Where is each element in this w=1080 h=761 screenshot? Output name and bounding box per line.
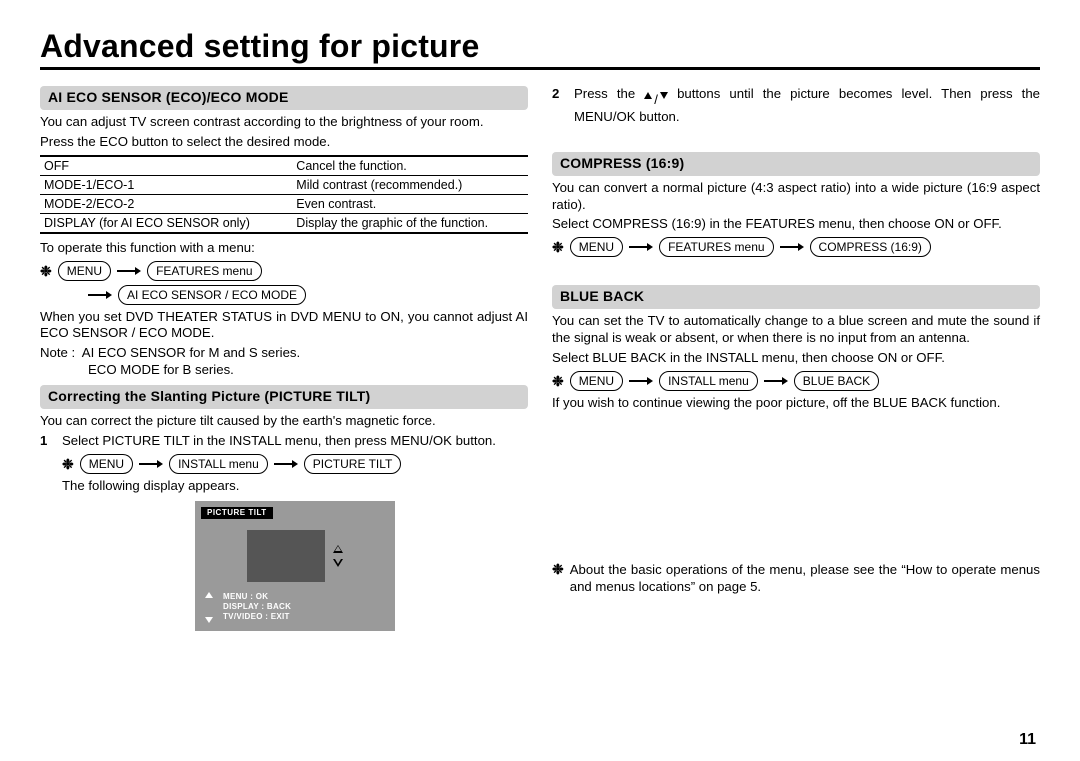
step-1: 1 Select PICTURE TILT in the INSTALL men… (40, 433, 528, 635)
step-1-follow: The following display appears. (62, 478, 528, 495)
step-number: 1 (40, 433, 54, 635)
picture-tilt-desc: You can correct the picture tilt caused … (40, 413, 528, 430)
ai-eco-desc-1: You can adjust TV screen contrast accord… (40, 114, 528, 131)
nav-chip-features: FEATURES menu (659, 237, 773, 257)
osd-help-text: MENU : OK DISPLAY : BACK TV/VIDEO : EXIT (223, 592, 291, 623)
compress-desc-1: You can convert a normal picture (4:3 as… (552, 180, 1040, 214)
table-row: MODE-1/ECO-1Mild contrast (recommended.) (40, 175, 528, 194)
asterisk-icon: ❉ (552, 240, 564, 254)
compress-desc-2: Select COMPRESS (16:9) in the FEATURES m… (552, 216, 1040, 233)
nav-chip-install: INSTALL menu (659, 371, 758, 391)
footnote-text: About the basic operations of the menu, … (570, 562, 1040, 596)
arrow-right-icon (780, 242, 804, 252)
blue-back-desc-3: If you wish to continue viewing the poor… (552, 395, 1040, 412)
nav-chip-features: FEATURES menu (147, 261, 261, 281)
blue-back-desc-2: Select BLUE BACK in the INSTALL menu, th… (552, 350, 1040, 367)
table-row: OFFCancel the function. (40, 156, 528, 176)
step-number: 2 (552, 86, 566, 126)
osd-title: PICTURE TILT (201, 507, 273, 519)
right-column: 2 Press the / buttons until the picture … (552, 80, 1040, 638)
triangle-down-icon (333, 559, 343, 567)
nav-chip-compress: COMPRESS (16:9) (810, 237, 931, 257)
asterisk-icon: ❉ (62, 457, 74, 471)
asterisk-icon: ❉ (552, 374, 564, 388)
nav-picture-tilt: ❉ MENU INSTALL menu PICTURE TILT (62, 454, 528, 474)
asterisk-icon: ❉ (40, 264, 52, 278)
table-row: MODE-2/ECO-2Even contrast. (40, 194, 528, 213)
title-divider (40, 67, 1040, 70)
heading-picture-tilt: Correcting the Slanting Picture (PICTURE… (40, 385, 528, 409)
arrow-right-icon (88, 290, 112, 300)
nav-chip-menu: MENU (58, 261, 111, 281)
heading-blue-back: BLUE BACK (552, 285, 1040, 309)
arrow-right-icon (629, 376, 653, 386)
nav-chip-picture-tilt: PICTURE TILT (304, 454, 402, 474)
nav-chip-blue-back: BLUE BACK (794, 371, 879, 391)
nav-ai-eco: ❉ MENU FEATURES menu (40, 261, 528, 281)
ai-eco-menu-intro: To operate this function with a menu: (40, 240, 528, 257)
arrow-right-icon (117, 266, 141, 276)
up-down-buttons-icon: / (644, 92, 668, 109)
heading-ai-eco: AI ECO SENSOR (ECO)/ECO MODE (40, 86, 528, 110)
arrow-right-icon (764, 376, 788, 386)
arrow-right-icon (139, 459, 163, 469)
nav-chip-menu: MENU (570, 237, 623, 257)
arrow-right-icon (274, 459, 298, 469)
osd-picture-tilt: PICTURE TILT (195, 501, 395, 631)
nav-chip-install: INSTALL menu (169, 454, 268, 474)
nav-ai-eco-2: AI ECO SENSOR / ECO MODE (88, 285, 528, 305)
heading-compress: COMPRESS (16:9) (552, 152, 1040, 176)
page-title: Advanced setting for picture (40, 28, 1040, 65)
arrow-right-icon (629, 242, 653, 252)
triangle-down-icon (205, 617, 213, 623)
footnote: ❉ About the basic operations of the menu… (552, 562, 1040, 596)
nav-chip-menu: MENU (80, 454, 133, 474)
step-1-text: Select PICTURE TILT in the INSTALL menu,… (62, 433, 528, 450)
nav-chip-menu: MENU (570, 371, 623, 391)
ai-eco-series-note-1: Note : AI ECO SENSOR for M and S series. (40, 345, 528, 362)
triangle-up-icon (333, 545, 343, 553)
ai-eco-series-note-2: ECO MODE for B series. (40, 362, 528, 379)
ai-eco-desc-2: Press the ECO button to select the desir… (40, 134, 528, 151)
nav-compress: ❉ MENU FEATURES menu COMPRESS (16:9) (552, 237, 1040, 257)
table-row: DISPLAY (for AI ECO SENSOR only)Display … (40, 213, 528, 233)
osd-screen-rect (247, 530, 325, 582)
triangle-up-icon (205, 592, 213, 598)
page-number: 11 (1019, 731, 1036, 749)
blue-back-desc-1: You can set the TV to automatically chan… (552, 313, 1040, 347)
eco-mode-table: OFFCancel the function. MODE-1/ECO-1Mild… (40, 155, 528, 234)
step-2: 2 Press the / buttons until the picture … (552, 86, 1040, 126)
step-2-text: Press the / buttons until the picture be… (574, 86, 1040, 126)
left-column: AI ECO SENSOR (ECO)/ECO MODE You can adj… (40, 80, 528, 638)
ai-eco-dvd-note: When you set DVD THEATER STATUS in DVD M… (40, 309, 528, 343)
nav-blue-back: ❉ MENU INSTALL menu BLUE BACK (552, 371, 1040, 391)
asterisk-icon: ❉ (552, 562, 564, 596)
nav-chip-ecomode: AI ECO SENSOR / ECO MODE (118, 285, 306, 305)
